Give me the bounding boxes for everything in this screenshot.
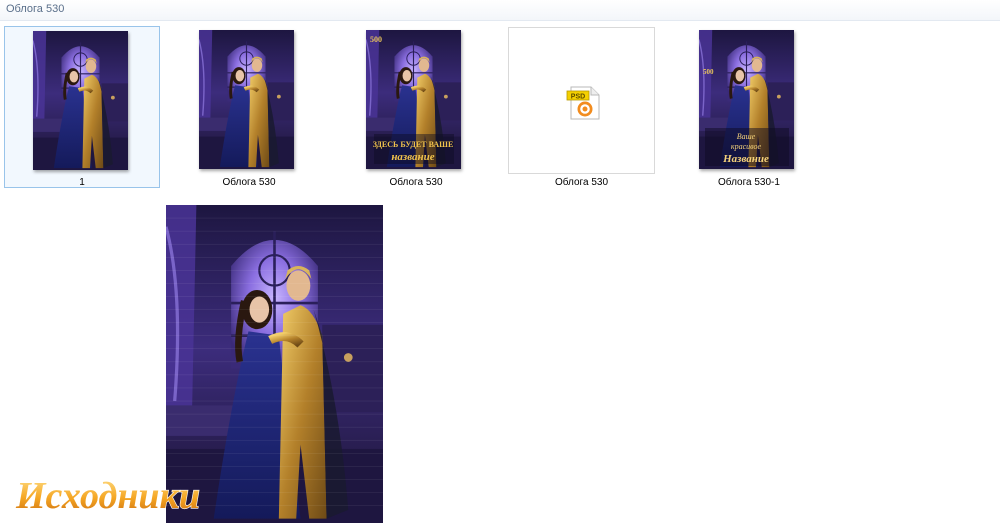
file-tile[interactable] (4, 26, 160, 188)
file-name-label: Облога 530-1 (718, 177, 780, 188)
window-title: Облога 530 (6, 3, 65, 15)
cover-title-line: красивое (731, 142, 762, 151)
cover-title-line: Ваше (737, 132, 756, 141)
file-tile[interactable] (171, 26, 327, 188)
psd-file-icon (565, 85, 605, 121)
cover-badge: 500 (370, 35, 382, 44)
file-thumbnail: 500 ЗДЕСЬ БУДЕТ ВАШЕ название (366, 30, 461, 169)
cover-badge: 500 (703, 68, 714, 76)
file-explorer-window: Облога 530 1 Облога 530 500 ЗДЕСЬ БУДЕТ … (0, 0, 1000, 523)
file-tile[interactable]: 500 Ваше красивое Название (671, 26, 827, 188)
file-name-label: Облога 530 (222, 177, 276, 188)
watermark-logo: Исходники (14, 470, 234, 523)
file-tile[interactable] (508, 27, 655, 174)
file-name-label: Облога 530 (554, 177, 609, 188)
file-thumbnail: 500 Ваше красивое Название (699, 30, 794, 169)
file-name-label: 1 (79, 177, 85, 188)
cover-title-line: ЗДЕСЬ БУДЕТ ВАШЕ (373, 140, 454, 149)
file-name-label: Облога 530 (389, 177, 443, 188)
file-thumbnail (33, 31, 128, 170)
title-bar: Облога 530 (0, 0, 1000, 21)
file-thumbnail (199, 30, 294, 169)
file-tile[interactable]: 500 ЗДЕСЬ БУДЕТ ВАШЕ название (338, 26, 494, 188)
cover-title-line: Название (722, 153, 769, 165)
cover-title-line: название (391, 151, 434, 163)
watermark-text: Исходники (15, 475, 200, 517)
